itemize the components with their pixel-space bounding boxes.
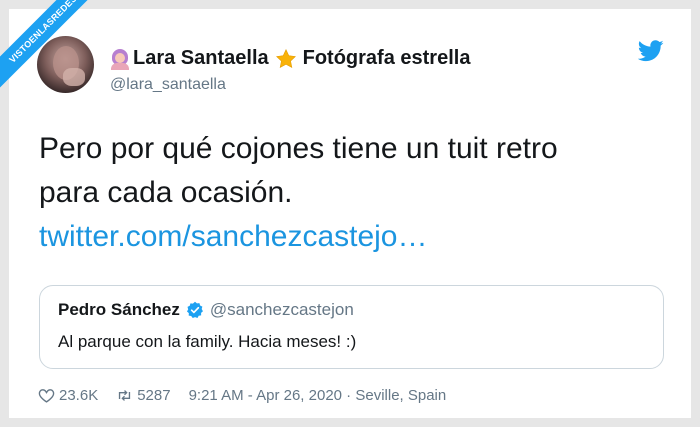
woman-artist-emoji-icon [110,48,130,70]
heart-icon[interactable] [38,387,55,404]
quoted-tweet[interactable]: Pedro Sánchez @sanchezcastejon Al parque… [39,285,664,369]
quoted-tweet-header: Pedro Sánchez @sanchezcastejon [58,300,354,320]
quoted-author-handle: @sanchezcastejon [209,300,354,319]
author-name-row[interactable]: Lara Santaella Fotógrafa estrella [110,47,470,70]
tweet-footer: 23.6K 5287 9:21 AM - Apr 26, 2020 · Sevi… [38,387,446,404]
verified-badge-icon [186,301,203,318]
quoted-author-name: Pedro Sánchez [58,300,180,319]
retweet-icon[interactable] [116,387,133,404]
star-icon [275,48,296,68]
quoted-tweet-text: Al parque con la family. Hacia meses! :) [58,332,357,351]
tweet-timestamp[interactable]: 9:21 AM - Apr 26, 2020 · Seville, Spain [189,387,447,404]
like-count[interactable]: 23.6K [59,387,98,404]
author-handle[interactable]: @lara_santaella [110,76,226,94]
author-name: Lara Santaella [133,47,269,69]
tweet-link[interactable]: twitter.com/sanchezcastejo… [39,215,659,259]
tweet-text-line-2: para cada ocasión. [39,176,293,209]
screenshot-frame: VISTOENLASREDES Lara Santaella Fotógrafa… [0,0,700,427]
twitter-bird-icon[interactable] [638,40,664,62]
tweet-text-line-1: Pero por qué cojones tiene un tuit retro [39,132,558,165]
tweet-card: Lara Santaella Fotógrafa estrella @lara_… [9,9,691,418]
avatar[interactable] [37,36,94,93]
tweet-text: Pero por qué cojones tiene un tuit retro… [39,127,659,259]
retweet-count[interactable]: 5287 [137,387,170,404]
avatar-hand [63,68,85,86]
author-title-suffix: Fotógrafa estrella [302,47,471,69]
